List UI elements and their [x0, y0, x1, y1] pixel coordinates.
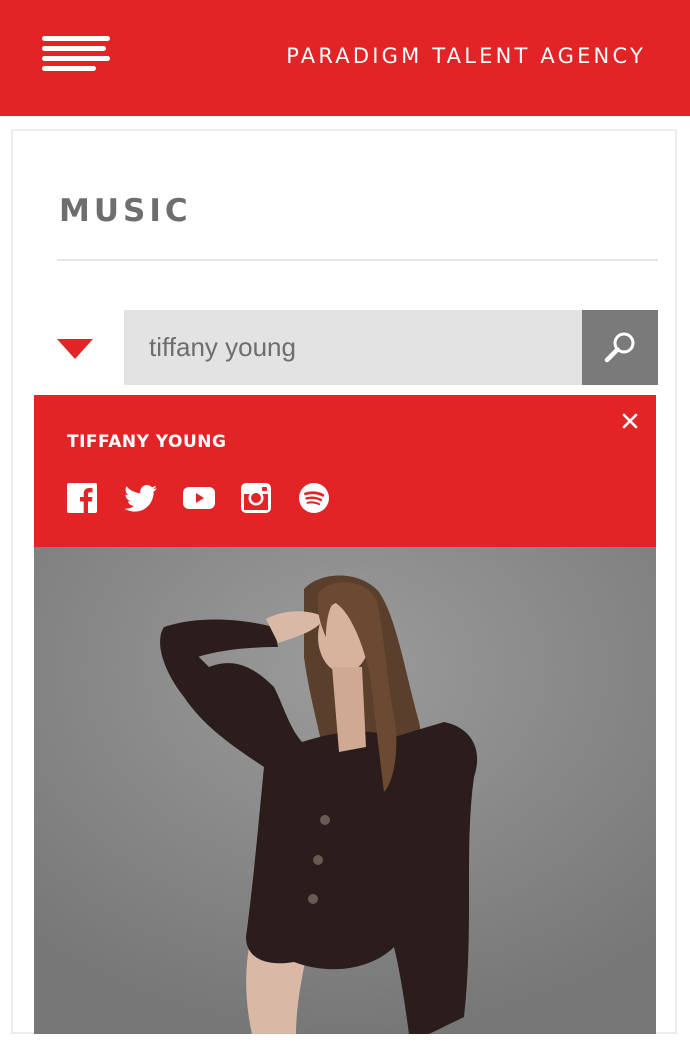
search-button[interactable]: [582, 310, 658, 385]
search-input[interactable]: [124, 310, 583, 385]
brand-name[interactable]: PARADIGM TALENT AGENCY: [286, 44, 646, 68]
facebook-icon[interactable]: [67, 483, 99, 515]
music-card: MUSIC TIFFANY YOUNG: [11, 129, 677, 1034]
twitter-icon[interactable]: [124, 483, 157, 515]
youtube-icon[interactable]: [183, 483, 215, 515]
artist-name[interactable]: TIFFANY YOUNG: [67, 432, 226, 452]
hamburger-menu-icon[interactable]: [42, 36, 112, 74]
search-icon: [604, 332, 635, 363]
site-header: PARADIGM TALENT AGENCY: [0, 0, 690, 116]
close-icon[interactable]: [621, 412, 639, 430]
page-title: MUSIC: [59, 193, 192, 229]
title-divider: [57, 259, 658, 261]
instagram-icon[interactable]: [241, 483, 273, 515]
artist-photo: [34, 547, 656, 1034]
spotify-icon[interactable]: [299, 483, 331, 515]
triangle-down-icon[interactable]: [57, 339, 93, 363]
artist-result-panel: TIFFANY YOUNG: [34, 395, 656, 547]
